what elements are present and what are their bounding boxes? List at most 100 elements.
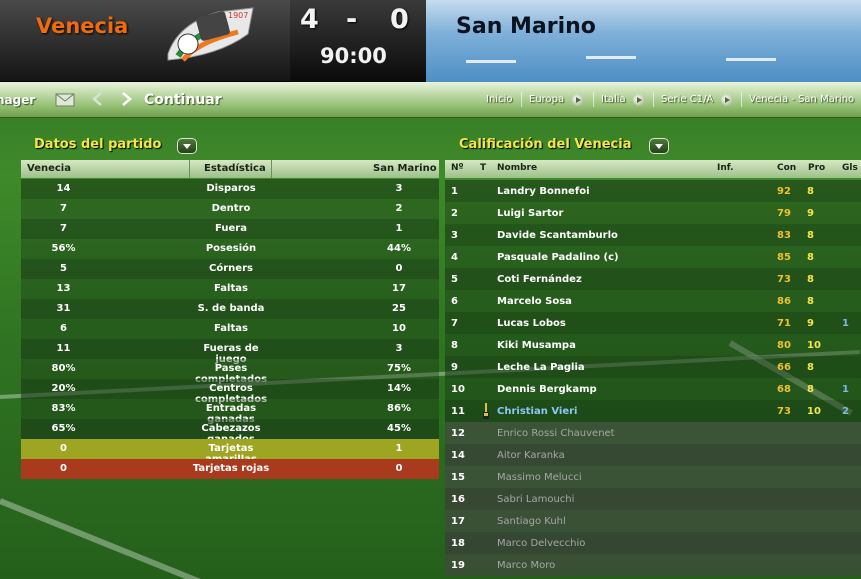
stat-home-value: 14 xyxy=(56,183,71,194)
stats-dropdown-button[interactable] xyxy=(177,138,197,154)
col-statistic[interactable]: Estadística xyxy=(204,163,266,174)
player-name[interactable]: Leche La Paglia xyxy=(497,362,585,373)
col-number[interactable]: Nº xyxy=(451,163,464,173)
stat-home-value: 5 xyxy=(60,263,67,274)
breadcrumb-home[interactable]: Inicio xyxy=(486,94,512,105)
stadium-light xyxy=(586,56,636,59)
player-row[interactable]: 1 Landry Bonnefoi 92 8 xyxy=(445,180,861,202)
col-con[interactable]: Con xyxy=(777,163,796,173)
col-inf[interactable]: Inf. xyxy=(717,163,734,173)
stats-row[interactable]: 65%Cabezazos ganados45% xyxy=(21,419,439,445)
col-name[interactable]: Nombre xyxy=(497,163,537,173)
stats-row[interactable]: 83%Entradas ganadas86% xyxy=(21,399,439,425)
stats-row[interactable]: 13 Faltas 17 xyxy=(21,279,439,299)
player-condition: 73 xyxy=(777,406,791,417)
stat-away-value: 10 xyxy=(392,323,406,334)
player-name[interactable]: Christian Vieri xyxy=(497,406,577,417)
player-number: 8 xyxy=(451,340,458,351)
substitute-row[interactable]: 15 Massimo Melucci xyxy=(445,466,861,488)
match-clock: 90:00 xyxy=(320,44,387,68)
home-team-panel: Venecia 1907 xyxy=(0,0,290,82)
stats-row[interactable]: 6 Faltas 10 xyxy=(21,319,439,339)
stats-row[interactable]: 14 Disparos 3 xyxy=(21,179,439,199)
stats-row[interactable]: 80%Pases completados75% xyxy=(21,359,439,385)
stats-row[interactable]: 20% Centros completados 14% xyxy=(21,379,439,405)
player-name[interactable]: Massimo Melucci xyxy=(497,472,582,483)
player-condition: 85 xyxy=(777,252,791,263)
stats-row[interactable]: 5 Córners 0 xyxy=(21,259,439,279)
stat-name: Faltas xyxy=(214,283,248,294)
chevron-right-icon[interactable] xyxy=(572,94,584,106)
forward-arrow-icon[interactable] xyxy=(122,92,132,106)
player-name[interactable]: Lucas Lobos xyxy=(497,318,566,329)
player-row[interactable]: 5 Coti Fernández 73 8 xyxy=(445,268,861,290)
player-name[interactable]: Aitor Karanka xyxy=(497,450,565,461)
stats-row[interactable]: 31 S. de banda 25 xyxy=(21,299,439,319)
player-name[interactable]: Marco Delvecchio xyxy=(497,538,585,549)
match-stats-table: Venecia Estadística San Marino 14 Disparo… xyxy=(21,160,439,480)
substitute-row[interactable]: 12 Enrico Rossi Chauvenet xyxy=(445,422,861,444)
player-row[interactable]: 3 Davide Scantamburlo 83 8 xyxy=(445,224,861,246)
manager-menu[interactable]: nager xyxy=(0,93,35,107)
stat-away-value: 75% xyxy=(387,363,411,374)
stats-row[interactable]: 56% Posesión 44% xyxy=(21,239,439,259)
player-rating: 9 xyxy=(807,318,814,329)
col-t[interactable]: T xyxy=(480,163,486,173)
back-arrow-icon[interactable] xyxy=(92,92,102,106)
continue-button[interactable]: Continuar xyxy=(144,92,222,108)
stats-row[interactable]: 0 Tarjetas rojas 0 xyxy=(21,459,439,479)
player-name[interactable]: Santiago Kuhl xyxy=(497,516,566,527)
stats-row[interactable]: 11 Fueras de juego 3 xyxy=(21,339,439,365)
ratings-dropdown-button[interactable] xyxy=(649,138,669,154)
player-name[interactable]: Pasquale Padalino (c) xyxy=(497,252,619,263)
stats-row[interactable]: 0Tarjetas amarillas1 xyxy=(21,439,439,465)
breadcrumb-italy[interactable]: Italia xyxy=(601,94,626,105)
substitute-row[interactable]: 18 Marco Delvecchio xyxy=(445,532,861,554)
breadcrumb-match[interactable]: Venecia - San Marino xyxy=(749,94,854,105)
substitute-row[interactable]: 14 Aitor Karanka xyxy=(445,444,861,466)
player-row[interactable]: 10 Dennis Bergkamp 68 8 1 xyxy=(445,378,861,400)
breadcrumb-league[interactable]: Serie C1/A xyxy=(661,94,713,105)
col-pro[interactable]: Pro xyxy=(808,163,825,173)
player-row[interactable]: 8 Kiki Musampa 80 10 xyxy=(445,334,861,356)
envelope-icon[interactable] xyxy=(55,90,75,108)
player-row[interactable]: 9 Leche La Paglia 66 8 xyxy=(445,356,861,378)
player-number: 16 xyxy=(451,494,465,505)
stats-table-header: Venecia Estadística San Marino xyxy=(21,160,439,178)
player-name[interactable]: Sabri Lamouchi xyxy=(497,494,574,505)
player-name[interactable]: Coti Fernández xyxy=(497,274,582,285)
player-row[interactable]: 6 Marcelo Sosa 86 8 xyxy=(445,290,861,312)
player-row[interactable]: 4 Pasquale Padalino (c) 85 8 xyxy=(445,246,861,268)
chevron-right-icon[interactable] xyxy=(633,94,645,106)
player-name[interactable]: Enrico Rossi Chauvenet xyxy=(497,428,615,439)
player-row[interactable]: 2 Luigi Sartor 79 9 xyxy=(445,202,861,224)
player-name[interactable]: Davide Scantamburlo xyxy=(497,230,618,241)
breadcrumb-europe[interactable]: Europa xyxy=(529,94,564,105)
player-condition: 86 xyxy=(777,296,791,307)
player-name[interactable]: Marcelo Sosa xyxy=(497,296,572,307)
stat-name: Disparos xyxy=(206,183,256,194)
substitute-row[interactable]: 17 Santiago Kuhl xyxy=(445,510,861,532)
stats-row[interactable]: 7 Dentro 2 xyxy=(21,199,439,219)
player-rating: 8 xyxy=(807,252,814,263)
player-row[interactable]: 11 Christian Vieri 73 10 2 xyxy=(445,400,861,422)
col-gls[interactable]: Gls xyxy=(842,163,858,173)
col-away-team[interactable]: San Marino xyxy=(373,163,437,174)
player-name[interactable]: Luigi Sartor xyxy=(497,208,563,219)
player-name[interactable]: Dennis Bergkamp xyxy=(497,384,597,395)
col-home-team[interactable]: Venecia xyxy=(27,163,71,174)
chevron-right-icon[interactable] xyxy=(721,94,733,106)
stats-row[interactable]: 7 Fuera 1 xyxy=(21,219,439,239)
player-name[interactable]: Marco Moro xyxy=(497,560,555,571)
substitute-row[interactable]: 19 Marco Moro xyxy=(445,554,861,576)
stat-home-value: 80% xyxy=(51,363,76,374)
player-number: 15 xyxy=(451,472,465,483)
player-name[interactable]: Kiki Musampa xyxy=(497,340,576,351)
player-number: 3 xyxy=(451,230,458,241)
player-goals: 1 xyxy=(842,384,849,395)
player-number: 17 xyxy=(451,516,465,527)
substitute-row[interactable]: 16 Sabri Lamouchi xyxy=(445,488,861,510)
player-row[interactable]: 7 Lucas Lobos 71 9 1 xyxy=(445,312,861,334)
player-name[interactable]: Landry Bonnefoi xyxy=(497,186,590,197)
player-goals: 1 xyxy=(842,318,849,329)
